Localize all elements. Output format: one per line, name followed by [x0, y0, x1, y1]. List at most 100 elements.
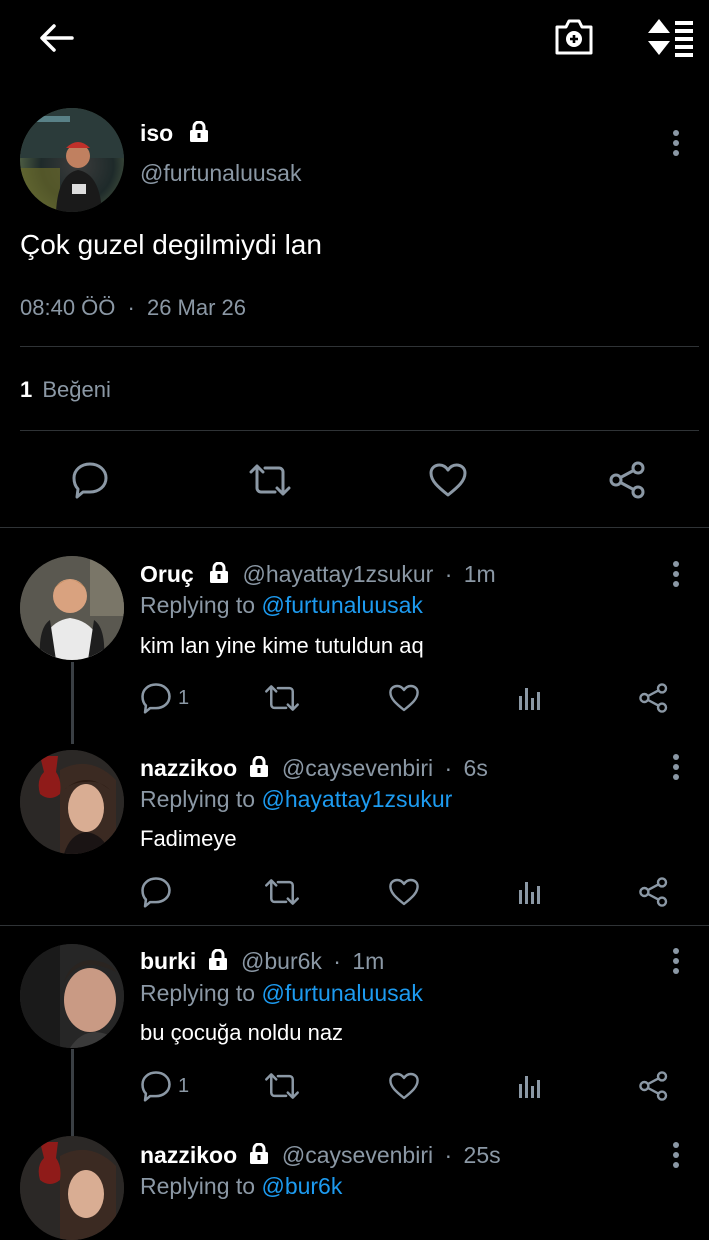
analytics-button[interactable]: [514, 680, 546, 716]
replying-prefix: Replying to: [140, 786, 256, 812]
reply-text: bu çocuğa noldu naz: [140, 1020, 344, 1045]
camera-add-icon: [555, 19, 593, 55]
handle[interactable]: @caysevenbiri: [282, 755, 433, 781]
handle[interactable]: @hayattay1zsukur: [242, 561, 433, 587]
share-icon: [639, 683, 668, 713]
replying-to: Replying to @bur6k: [140, 1173, 342, 1200]
display-name[interactable]: burki: [140, 948, 196, 974]
divider: [0, 527, 709, 528]
comment-icon: [141, 1071, 171, 1102]
reply-time: 6s: [463, 755, 488, 781]
share-button[interactable]: [606, 458, 650, 502]
sort-icon: [648, 19, 693, 57]
reply-count: 1: [178, 1074, 190, 1097]
reply-time: 1m: [352, 948, 385, 974]
likes-count: 1: [20, 377, 33, 402]
analytics-button[interactable]: [514, 1068, 546, 1104]
reply-text: kim lan yine kime tutuldun aq: [140, 633, 424, 658]
reply-header: nazzikoo @caysevenbiri · 25s: [140, 1142, 501, 1169]
tweet-date: 26 Mar 26: [146, 295, 247, 320]
heart-icon: [389, 684, 419, 712]
likes-stat[interactable]: 1 Beğeni: [20, 377, 111, 403]
replying-to: Replying to @furtunaluusak: [140, 592, 423, 619]
retweet-button[interactable]: [262, 1068, 302, 1104]
replying-prefix: Replying to: [140, 592, 256, 618]
analytics-button[interactable]: [514, 874, 546, 910]
more-options-button[interactable]: [664, 559, 688, 589]
more-options-button[interactable]: [664, 752, 688, 782]
like-button[interactable]: [386, 680, 422, 716]
tweet-time: 08:40 ÖÖ: [20, 295, 116, 320]
lock-icon: [249, 1142, 268, 1164]
avatar[interactable]: [20, 944, 124, 1048]
share-button[interactable]: [636, 1068, 672, 1104]
analytics-icon: [519, 1076, 540, 1098]
share-button[interactable]: [636, 680, 672, 716]
analytics-icon: [519, 688, 540, 710]
likes-label: Beğeni: [42, 377, 111, 402]
avatar[interactable]: [20, 750, 124, 854]
arrow-left-icon: [40, 24, 74, 52]
camera-button[interactable]: [548, 14, 600, 60]
divider: [20, 346, 699, 347]
reply-button[interactable]: 1: [140, 680, 200, 716]
display-name[interactable]: iso: [140, 120, 173, 146]
replying-to-link[interactable]: @furtunaluusak: [261, 592, 422, 618]
reply-header: Oruç @hayattay1zsukur · 1m: [140, 561, 496, 588]
avatar[interactable]: [20, 556, 124, 660]
heart-icon: [389, 878, 419, 906]
reply-count: 1: [178, 686, 190, 709]
lock-icon: [210, 561, 229, 583]
replying-to-link[interactable]: @furtunaluusak: [261, 980, 422, 1006]
retweet-button[interactable]: [262, 680, 302, 716]
replying-to-link[interactable]: @hayattay1zsukur: [261, 786, 452, 812]
separator-dot: ·: [333, 948, 341, 974]
retweet-button[interactable]: [262, 874, 302, 910]
more-vertical-icon: [673, 948, 679, 974]
lock-icon: [249, 755, 268, 777]
avatar[interactable]: [20, 1136, 124, 1240]
divider: [0, 925, 709, 926]
reply-header: burki @bur6k · 1m: [140, 948, 384, 975]
divider: [20, 430, 699, 431]
display-name[interactable]: Oruç: [140, 561, 194, 587]
display-name[interactable]: nazzikoo: [140, 1142, 237, 1168]
reply-button[interactable]: 1: [140, 1068, 200, 1104]
comment-icon: [141, 683, 171, 714]
replying-prefix: Replying to: [140, 980, 256, 1006]
tweet-author-handle[interactable]: @furtunaluusak: [140, 160, 301, 187]
thread-connector: [71, 662, 74, 744]
thread-connector: [71, 1049, 74, 1136]
sort-button[interactable]: [640, 14, 698, 60]
replying-to-link[interactable]: @bur6k: [261, 1173, 342, 1199]
more-vertical-icon: [673, 1142, 679, 1168]
more-vertical-icon: [673, 130, 679, 156]
share-button[interactable]: [636, 874, 672, 910]
more-options-button[interactable]: [664, 1140, 688, 1170]
tweet-author-name[interactable]: iso: [140, 120, 210, 147]
like-button[interactable]: [426, 458, 470, 502]
share-icon: [639, 1071, 668, 1101]
more-options-button[interactable]: [664, 128, 688, 158]
separator-dot: ·: [127, 295, 135, 320]
avatar[interactable]: [20, 108, 124, 212]
like-button[interactable]: [386, 1068, 422, 1104]
back-button[interactable]: [30, 16, 82, 60]
handle[interactable]: @caysevenbiri: [282, 1142, 433, 1168]
comment-icon: [141, 877, 171, 908]
like-button[interactable]: [386, 874, 422, 910]
heart-icon: [429, 463, 467, 497]
separator-dot: ·: [444, 1142, 453, 1168]
display-name[interactable]: nazzikoo: [140, 755, 237, 781]
comment-icon: [72, 462, 108, 499]
reply-button[interactable]: [140, 874, 180, 910]
more-options-button[interactable]: [664, 946, 688, 976]
handle[interactable]: @bur6k: [241, 948, 322, 974]
reply-button[interactable]: [68, 458, 112, 502]
retweet-button[interactable]: [246, 458, 294, 502]
lock-icon: [208, 948, 227, 970]
retweet-icon: [265, 685, 299, 711]
more-vertical-icon: [673, 561, 679, 587]
share-icon: [639, 877, 668, 907]
heart-icon: [389, 1072, 419, 1100]
